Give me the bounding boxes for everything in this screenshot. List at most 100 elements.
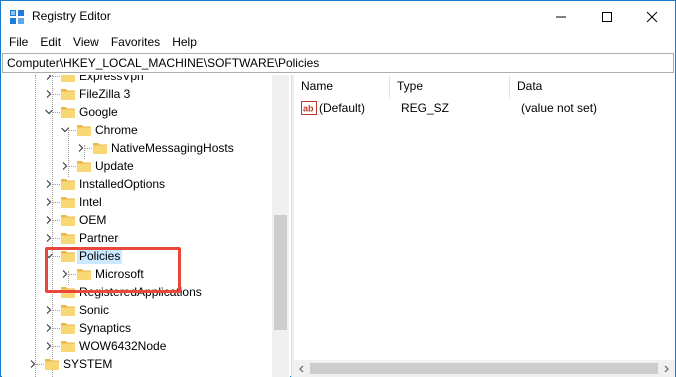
tree-item-label: ExpressVpn	[79, 75, 144, 83]
folder-icon	[77, 125, 91, 136]
tree-item-nativemessaginghosts[interactable]: NativeMessagingHosts	[2, 139, 272, 157]
folder-icon	[61, 323, 75, 334]
folder-icon	[61, 107, 75, 118]
tree-item-installedoptions[interactable]: InstalledOptions	[2, 175, 272, 193]
maximize-icon	[602, 11, 612, 22]
tree-item-label: NativeMessagingHosts	[111, 141, 234, 155]
column-header-data[interactable]: Data	[510, 75, 675, 98]
folder-icon	[61, 287, 75, 298]
menu-view[interactable]: View	[67, 32, 105, 52]
tree-item-label: Policies	[77, 248, 123, 264]
tree-item-sonic[interactable]: Sonic	[2, 301, 272, 319]
close-button[interactable]	[629, 1, 675, 32]
chevron-right-icon[interactable]	[44, 305, 54, 315]
tree-item-oem[interactable]: OEM	[2, 211, 272, 229]
chevron-right-icon[interactable]	[44, 89, 54, 99]
scroll-left-icon[interactable]	[297, 364, 307, 374]
chevron-right-icon[interactable]	[44, 233, 54, 243]
folder-icon	[77, 269, 91, 280]
folder-icon	[45, 359, 59, 370]
folder-icon	[61, 233, 75, 244]
tree-item-partner[interactable]: Partner	[2, 229, 272, 247]
chevron-right-icon[interactable]	[76, 143, 86, 153]
column-header-name[interactable]: Name	[294, 75, 390, 98]
chevron-down-icon[interactable]	[60, 125, 70, 135]
menu-favorites[interactable]: Favorites	[105, 32, 166, 52]
chevron-down-icon[interactable]	[44, 107, 54, 117]
tree-item-update[interactable]: Update	[2, 157, 272, 175]
tree-scrollbar-thumb[interactable]	[274, 215, 287, 330]
chevron-right-icon[interactable]	[44, 323, 54, 333]
chevron-right-icon[interactable]	[44, 215, 54, 225]
menu-help[interactable]: Help	[166, 32, 203, 52]
title-bar[interactable]: Registry Editor	[1, 1, 675, 32]
minimize-icon	[556, 16, 566, 17]
chevron-right-icon[interactable]	[44, 341, 54, 351]
chevron-down-icon[interactable]	[44, 251, 54, 261]
folder-icon	[77, 161, 91, 172]
tree-item-system[interactable]: SYSTEM	[2, 355, 272, 373]
chevron-right-icon[interactable]	[60, 161, 70, 171]
tree-item-expressvpn[interactable]: ExpressVpn	[2, 75, 272, 85]
tree-item-registeredapplications[interactable]: RegisteredApplications	[2, 283, 272, 301]
registry-editor-window: Registry Editor File Edit View Favorites…	[0, 0, 676, 377]
horizontal-scrollbar-thumb[interactable]	[310, 363, 658, 374]
tree-item-label: Google	[79, 105, 118, 119]
folder-icon	[61, 251, 75, 262]
tree-item-label: Sonic	[79, 303, 110, 317]
tree-item-label: Update	[95, 159, 134, 173]
tree-item-filezilla-3[interactable]: FileZilla 3	[2, 85, 272, 103]
tree-item-intel[interactable]: Intel	[2, 193, 272, 211]
registry-editor-app-icon	[10, 10, 24, 24]
menu-file[interactable]: File	[3, 32, 34, 52]
chevron-right-icon[interactable]	[60, 269, 70, 279]
tree-item-label: Intel	[79, 195, 102, 209]
chevron-right-icon[interactable]	[44, 75, 54, 81]
tree-item-label: Partner	[79, 231, 119, 245]
menu-edit[interactable]: Edit	[34, 32, 67, 52]
tree-item-label: OEM	[79, 213, 107, 227]
folder-icon	[61, 179, 75, 190]
tree-item-label: SYSTEM	[63, 357, 113, 371]
folder-icon	[61, 197, 75, 208]
chevron-right-icon[interactable]	[44, 197, 54, 207]
tree-item-synaptics[interactable]: Synaptics	[2, 319, 272, 337]
maximize-button[interactable]	[584, 1, 630, 32]
tree-item-microsoft[interactable]: Microsoft	[2, 265, 272, 283]
registry-tree: ExpressVpn FileZilla 3 Google Chrome NativeM…	[2, 75, 290, 377]
tree-item-label: WOW6432Node	[79, 339, 167, 353]
tree-item-label: Microsoft	[95, 267, 144, 281]
address-bar[interactable]: Computer\HKEY_LOCAL_MACHINE\SOFTWARE\Pol…	[2, 53, 674, 73]
tree-item-policies[interactable]: Policies	[2, 247, 272, 265]
chevron-right-icon[interactable]	[44, 179, 54, 189]
tree-guide-line	[52, 292, 60, 293]
values-horizontal-scrollbar[interactable]	[294, 360, 675, 377]
value-type: REG_SZ	[401, 101, 450, 115]
tree-item-wow6432node[interactable]: WOW6432Node	[2, 337, 272, 355]
window-title: Registry Editor	[32, 9, 111, 23]
tree-item-label: InstalledOptions	[79, 177, 166, 191]
string-value-icon: ab	[301, 101, 317, 115]
value-name: (Default)	[319, 101, 366, 115]
tree-item-label: Chrome	[95, 123, 138, 137]
value-row[interactable]: ab (Default) REG_SZ (value not set)	[294, 99, 674, 117]
folder-icon	[61, 215, 75, 226]
minimize-button[interactable]	[538, 1, 584, 32]
svg-text:ab: ab	[303, 104, 314, 114]
folder-icon	[61, 75, 75, 82]
tree-vertical-scrollbar[interactable]	[272, 75, 289, 377]
tree-item-label: FileZilla 3	[79, 87, 131, 101]
folder-icon	[61, 305, 75, 316]
tree-item-label: RegisteredApplications	[79, 285, 202, 299]
folder-icon	[61, 341, 75, 352]
value-data: (value not set)	[521, 101, 598, 115]
folder-icon	[93, 143, 107, 154]
tree-item-google[interactable]: Google	[2, 103, 272, 121]
tree-item-chrome[interactable]: Chrome	[2, 121, 272, 139]
folder-icon	[61, 89, 75, 100]
scroll-right-icon[interactable]	[661, 364, 671, 374]
menu-bar: File Edit View Favorites Help	[1, 32, 675, 52]
chevron-right-icon[interactable]	[28, 359, 38, 369]
tree-item-label: Synaptics	[79, 321, 132, 335]
column-header-type[interactable]: Type	[390, 75, 510, 98]
